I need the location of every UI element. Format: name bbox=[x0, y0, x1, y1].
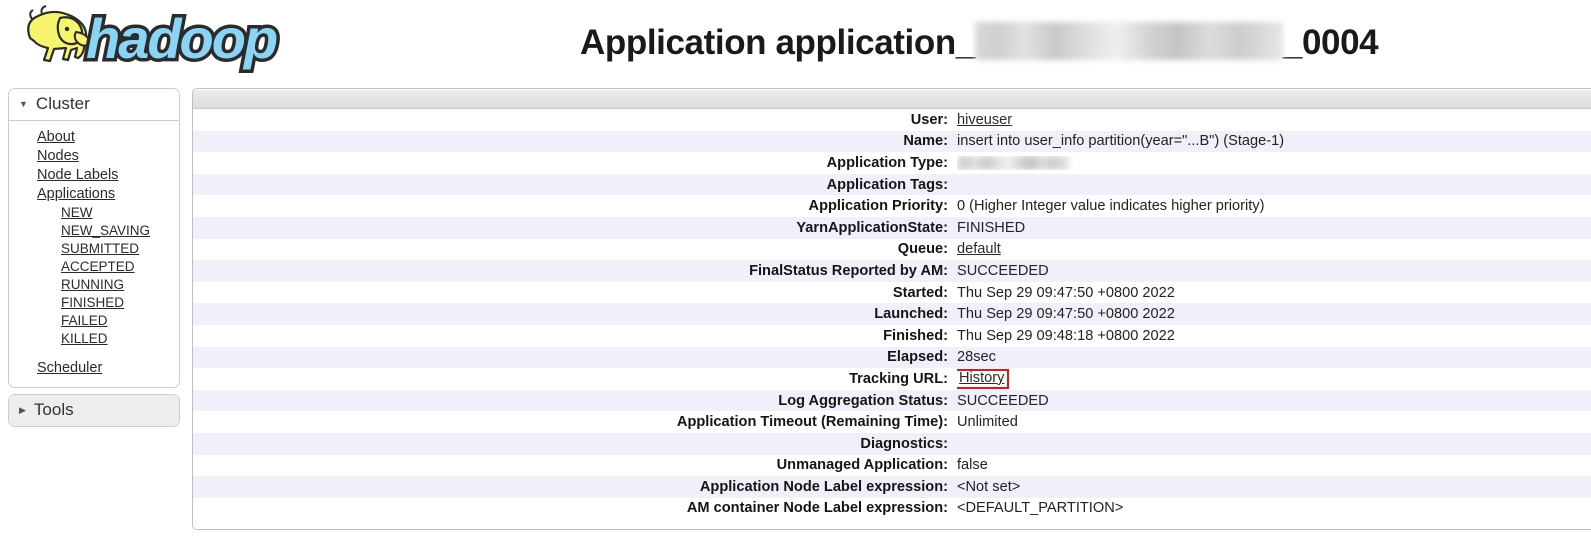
table-row: Application Type: bbox=[193, 152, 1591, 174]
row-value-name: insert into user_info partition(year="..… bbox=[957, 133, 1591, 149]
row-label-queue: Queue: bbox=[193, 241, 957, 257]
sidebar-item-scheduler[interactable]: Scheduler bbox=[9, 358, 179, 377]
main-content: User: hiveuser Name: insert into user_in… bbox=[192, 88, 1591, 530]
redacted-application-type bbox=[957, 156, 1069, 170]
table-bottom-padding bbox=[193, 519, 1591, 529]
row-label-application-priority: Application Priority: bbox=[193, 198, 957, 214]
sidebar-item-nodes[interactable]: Nodes bbox=[9, 146, 179, 165]
row-value-elapsed: 28sec bbox=[957, 349, 1591, 365]
row-label-application-type: Application Type: bbox=[193, 155, 957, 171]
row-label-log-aggregation-status: Log Aggregation Status: bbox=[193, 393, 957, 409]
row-value-user: hiveuser bbox=[957, 112, 1591, 128]
row-value-launched: Thu Sep 29 09:47:50 +0800 2022 bbox=[957, 306, 1591, 322]
hadoop-logo-svg: hadoop hadoop bbox=[8, 2, 308, 80]
row-label-application-tags: Application Tags: bbox=[193, 177, 957, 193]
row-label-application-timeout: Application Timeout (Remaining Time): bbox=[193, 414, 957, 430]
row-label-application-node-label: Application Node Label expression: bbox=[193, 479, 957, 495]
row-label-tracking-url: Tracking URL: bbox=[193, 371, 957, 387]
row-value-am-container-node-label: <DEFAULT_PARTITION> bbox=[957, 500, 1591, 516]
row-value-yarn-application-state: FINISHED bbox=[957, 220, 1591, 236]
table-row: User: hiveuser bbox=[193, 109, 1591, 131]
row-value-application-node-label: <Not set> bbox=[957, 479, 1591, 495]
sidebar: ▼ Cluster About Nodes Node Labels Applic… bbox=[8, 88, 180, 433]
table-row: Name: insert into user_info partition(ye… bbox=[193, 131, 1591, 153]
sidebar-spacer bbox=[9, 347, 179, 358]
sidebar-item-applications[interactable]: Applications bbox=[9, 184, 179, 203]
page-title: Application application_ _0004 bbox=[580, 16, 1378, 63]
table-row: Tracking URL: History bbox=[193, 368, 1591, 390]
sidebar-cluster-items: About Nodes Node Labels Applications NEW… bbox=[9, 121, 179, 387]
row-value-final-status: SUCCEEDED bbox=[957, 263, 1591, 279]
table-row: AM container Node Label expression: <DEF… bbox=[193, 498, 1591, 520]
row-label-user: User: bbox=[193, 112, 957, 128]
queue-link[interactable]: default bbox=[957, 241, 1001, 257]
table-row: Started: Thu Sep 29 09:47:50 +0800 2022 bbox=[193, 282, 1591, 304]
row-value-application-priority: 0 (Higher Integer value indicates higher… bbox=[957, 198, 1591, 214]
hadoop-logo: hadoop hadoop bbox=[8, 2, 308, 80]
row-label-name: Name: bbox=[193, 133, 957, 149]
table-row: Application Node Label expression: <Not … bbox=[193, 476, 1591, 498]
row-label-final-status: FinalStatus Reported by AM: bbox=[193, 263, 957, 279]
sidebar-item-finished[interactable]: FINISHED bbox=[9, 293, 179, 311]
sidebar-item-killed[interactable]: KILLED bbox=[9, 329, 179, 347]
table-row: Elapsed: 28sec bbox=[193, 347, 1591, 369]
chevron-right-icon: ▶ bbox=[19, 406, 26, 415]
row-value-finished: Thu Sep 29 09:48:18 +0800 2022 bbox=[957, 328, 1591, 344]
row-label-elapsed: Elapsed: bbox=[193, 349, 957, 365]
row-value-application-timeout: Unlimited bbox=[957, 414, 1591, 430]
sidebar-item-running[interactable]: RUNNING bbox=[9, 275, 179, 293]
row-label-yarn-application-state: YarnApplicationState: bbox=[193, 220, 957, 236]
row-label-launched: Launched: bbox=[193, 306, 957, 322]
table-row: Queue: default bbox=[193, 239, 1591, 261]
sidebar-item-new[interactable]: NEW bbox=[9, 203, 179, 221]
sidebar-header-tools-label: Tools bbox=[34, 400, 74, 420]
sidebar-header-cluster[interactable]: ▼ Cluster bbox=[9, 89, 179, 121]
row-label-unmanaged-application: Unmanaged Application: bbox=[193, 457, 957, 473]
row-label-diagnostics: Diagnostics: bbox=[193, 436, 957, 452]
history-link-highlight: History bbox=[957, 369, 1009, 389]
table-row: Unmanaged Application: false bbox=[193, 455, 1591, 477]
redacted-application-id bbox=[975, 22, 1283, 60]
history-link[interactable]: History bbox=[959, 370, 1004, 386]
row-value-tracking-url: History bbox=[957, 369, 1591, 389]
elephant-icon bbox=[28, 6, 90, 61]
table-row: Application Tags: bbox=[193, 174, 1591, 196]
row-value-started: Thu Sep 29 09:47:50 +0800 2022 bbox=[957, 285, 1591, 301]
chevron-down-icon: ▼ bbox=[19, 100, 28, 109]
sidebar-item-submitted[interactable]: SUBMITTED bbox=[9, 239, 179, 257]
page-title-suffix: _0004 bbox=[1283, 23, 1378, 62]
row-label-am-container-node-label: AM container Node Label expression: bbox=[193, 500, 957, 516]
sidebar-item-about[interactable]: About bbox=[9, 127, 179, 146]
row-value-log-aggregation-status: SUCCEEDED bbox=[957, 393, 1591, 409]
page-title-prefix: Application application_ bbox=[580, 23, 975, 62]
table-row: FinalStatus Reported by AM: SUCCEEDED bbox=[193, 260, 1591, 282]
sidebar-header-cluster-label: Cluster bbox=[36, 94, 90, 114]
sidebar-block-tools: ▶ Tools bbox=[8, 394, 180, 427]
svg-text:hadoop: hadoop bbox=[86, 7, 277, 70]
table-row: Diagnostics: bbox=[193, 433, 1591, 455]
row-label-started: Started: bbox=[193, 285, 957, 301]
table-header-bar bbox=[193, 89, 1591, 109]
application-info-table: User: hiveuser Name: insert into user_in… bbox=[192, 88, 1591, 530]
table-row: Finished: Thu Sep 29 09:48:18 +0800 2022 bbox=[193, 325, 1591, 347]
table-row: Application Timeout (Remaining Time): Un… bbox=[193, 411, 1591, 433]
table-row: YarnApplicationState: FINISHED bbox=[193, 217, 1591, 239]
sidebar-header-tools[interactable]: ▶ Tools bbox=[8, 394, 180, 427]
sidebar-block-cluster: ▼ Cluster About Nodes Node Labels Applic… bbox=[8, 88, 180, 388]
table-row: Launched: Thu Sep 29 09:47:50 +0800 2022 bbox=[193, 303, 1591, 325]
sidebar-item-new-saving[interactable]: NEW_SAVING bbox=[9, 221, 179, 239]
sidebar-item-node-labels[interactable]: Node Labels bbox=[9, 165, 179, 184]
user-link[interactable]: hiveuser bbox=[957, 112, 1012, 128]
page-header: hadoop hadoop Application application_ _0… bbox=[0, 0, 1591, 88]
row-label-finished: Finished: bbox=[193, 328, 957, 344]
sidebar-item-failed[interactable]: FAILED bbox=[9, 311, 179, 329]
row-value-queue: default bbox=[957, 241, 1591, 257]
row-value-application-type bbox=[957, 156, 1591, 170]
sidebar-item-accepted[interactable]: ACCEPTED bbox=[9, 257, 179, 275]
table-row: Log Aggregation Status: SUCCEEDED bbox=[193, 390, 1591, 412]
row-value-unmanaged-application: false bbox=[957, 457, 1591, 473]
hadoop-wordmark: hadoop hadoop bbox=[86, 7, 277, 70]
table-row: Application Priority: 0 (Higher Integer … bbox=[193, 195, 1591, 217]
